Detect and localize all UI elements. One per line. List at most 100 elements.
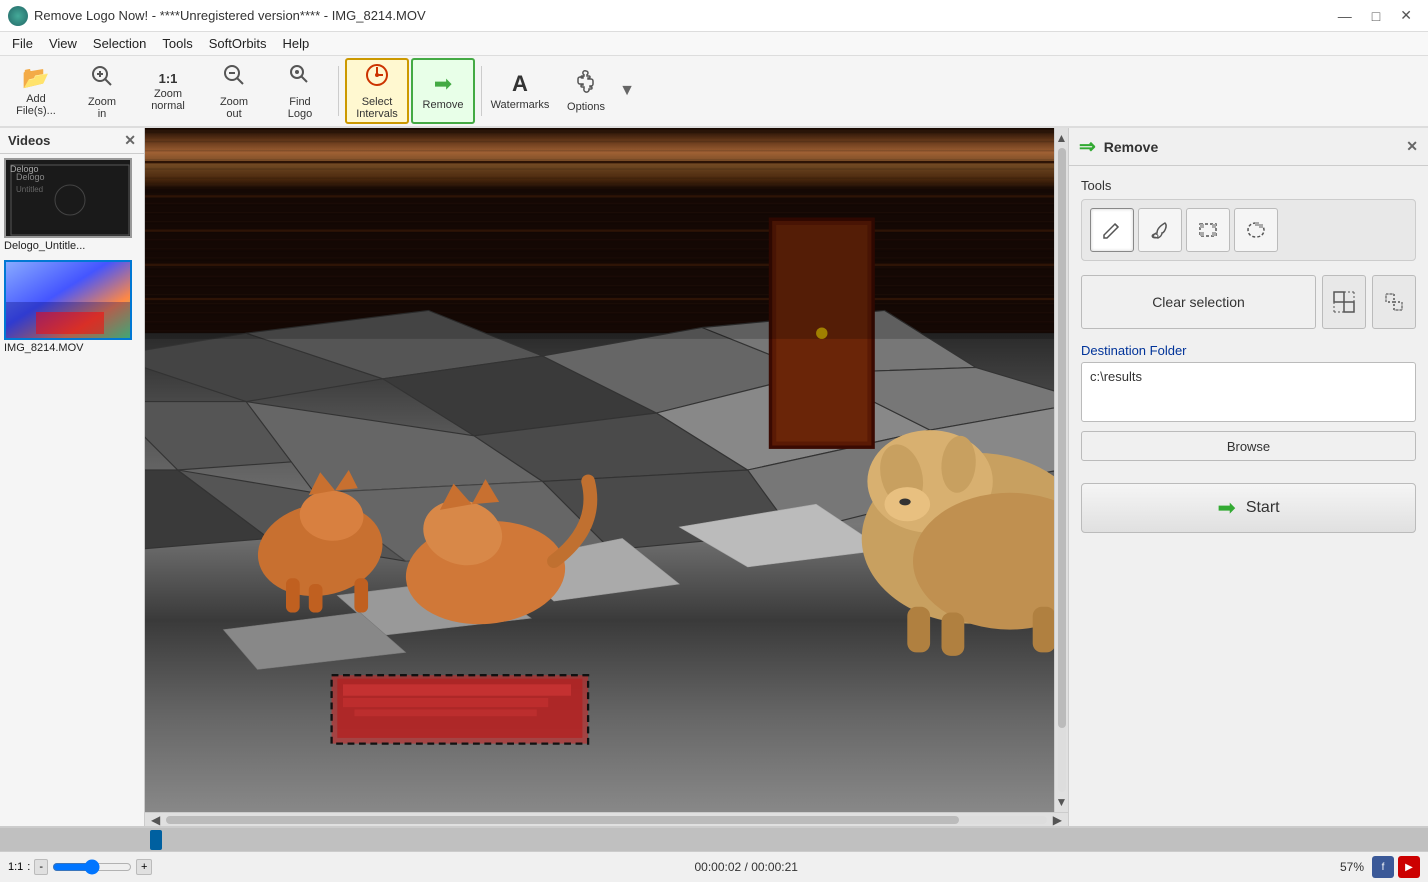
video-inner[interactable] [145,128,1054,812]
vscroll-up[interactable]: ▲ [1056,128,1068,148]
videos-panel-close[interactable]: ✕ [124,132,136,149]
video-vertical-scrollbar[interactable]: ▲ ▼ [1054,128,1068,812]
find-logo-button[interactable]: FindLogo [268,58,332,124]
zoom-out-icon [221,62,247,94]
remove-button[interactable]: ➡ Remove [411,58,475,124]
toolbox-panel: ⇒ Remove ✕ Tools [1068,128,1428,826]
video-thumbnail-2 [6,262,130,338]
watermarks-button[interactable]: A Watermarks [488,58,552,124]
start-label: Start [1246,499,1280,517]
rect-select-tool[interactable] [1186,208,1230,252]
window-title: Remove Logo Now! - ****Unregistered vers… [34,8,426,23]
zoom-in-button[interactable]: Zoomin [70,58,134,124]
video-thumb-2 [4,260,132,340]
zoom-slider[interactable] [52,859,132,875]
tools-label: Tools [1081,178,1416,193]
expand-selection-button[interactable] [1322,275,1366,329]
lasso-tool[interactable] [1234,208,1278,252]
start-button[interactable]: ➡ Start [1081,483,1416,533]
hscroll-right[interactable]: ▶ [1047,813,1068,827]
zoom-out-label: Zoomout [220,96,248,120]
clear-selection-button[interactable]: Clear selection [1081,275,1316,329]
menu-help[interactable]: Help [275,34,318,53]
videos-panel: Videos ✕ Delogo Untitled [0,128,145,826]
toolbox-body: Tools [1069,166,1428,545]
hscroll-thumb[interactable] [166,816,958,824]
zoom-minus-button[interactable]: - [34,859,48,875]
title-bar-controls[interactable]: — □ ✕ [1330,5,1420,26]
toolbar-scroll-down[interactable]: ▼ [620,82,634,100]
zoom-percent: 57% [1340,860,1364,874]
select-intervals-button[interactable]: SelectIntervals [345,58,409,124]
menu-softorbits[interactable]: SoftOrbits [201,34,275,53]
tools-row [1081,199,1416,261]
shrink-selection-button[interactable] [1372,275,1416,329]
watermarks-label: Watermarks [491,99,550,111]
video-item-2[interactable]: IMG_8214.MOV [4,260,140,354]
browse-button[interactable]: Browse [1081,431,1416,461]
add-files-button[interactable]: 📂 AddFile(s)... [4,58,68,124]
toolbox-close-button[interactable]: ✕ [1406,138,1418,155]
toolbar-sep-2 [481,66,482,116]
title-bar: Remove Logo Now! - ****Unregistered vers… [0,0,1428,32]
hscroll-left[interactable]: ◀ [145,813,166,827]
toolbar-sep-1 [338,66,339,116]
videos-panel-title: Videos [8,133,50,148]
zoom-normal-button[interactable]: 1:1 Zoomnormal [136,58,200,124]
status-bar: 1:1 : - + 00:00:02 / 00:00:21 57% f ▶ [0,851,1428,882]
options-label: Options [567,101,605,113]
zoom-normal-icon: 1:1 [159,71,178,86]
title-bar-left: Remove Logo Now! - ****Unregistered vers… [8,6,426,26]
youtube-icon[interactable]: ▶ [1398,856,1420,878]
options-button[interactable]: Options [554,58,618,124]
minimize-button[interactable]: — [1330,5,1360,26]
menu-tools[interactable]: Tools [154,34,200,53]
add-files-label: AddFile(s)... [16,93,56,117]
toolbox-header-left: ⇒ Remove [1079,134,1158,159]
hscroll-track[interactable] [166,816,1047,824]
svg-text:Untitled: Untitled [16,185,43,194]
add-files-icon: 📂 [22,65,49,91]
app-icon [8,6,28,26]
select-intervals-icon [364,62,390,94]
video-thumbnail-1: Delogo Untitled [6,160,130,236]
menu-view[interactable]: View [41,34,85,53]
menu-file[interactable]: File [4,34,41,53]
zoom-plus-button[interactable]: + [136,859,152,875]
toolbox-arrow-icon: ⇒ [1079,134,1096,159]
main-area: Videos ✕ Delogo Untitled [0,128,1428,826]
vscroll-thumb[interactable] [1058,148,1066,728]
video-item-1[interactable]: Delogo Untitled Delogo_Untitle... [4,158,140,252]
menu-selection[interactable]: Selection [85,34,154,53]
select-intervals-label: SelectIntervals [356,96,398,120]
maximize-button[interactable]: □ [1364,5,1388,26]
video-horizontal-scrollbar[interactable]: ◀ ▶ [145,812,1068,826]
svg-text:Delogo: Delogo [16,172,45,182]
destination-folder-input[interactable]: c:\results [1081,362,1416,422]
timeline-thumb[interactable] [150,830,162,850]
brush-tool[interactable] [1138,208,1182,252]
video-thumb-1: Delogo Untitled [4,158,132,238]
pencil-tool[interactable] [1090,208,1134,252]
destination-folder-section: Destination Folder c:\results Browse [1081,343,1416,461]
zoom-in-icon [89,63,115,94]
find-logo-icon [287,62,313,94]
video-canvas-wrapper: ▲ ▼ [145,128,1068,812]
remove-icon: ➡ [434,71,452,97]
time-display: 00:00:02 / 00:00:21 [695,860,798,874]
options-icon [574,69,598,99]
zoom-normal-label: Zoomnormal [151,88,185,112]
vscroll-down[interactable]: ▼ [1056,792,1068,812]
watermarks-icon: A [512,71,528,97]
video-frame [145,128,1054,812]
menu-bar: File View Selection Tools SoftOrbits Hel… [0,32,1428,56]
zoom-out-button[interactable]: Zoomout [202,58,266,124]
vscroll-track[interactable] [1058,148,1066,792]
bottom-area: 1:1 : - + 00:00:02 / 00:00:21 57% f ▶ [0,826,1428,882]
timeline-bar[interactable] [0,828,1428,851]
clear-selection-row: Clear selection [1081,275,1416,329]
clear-selection-label: Clear selection [1152,294,1245,310]
close-button[interactable]: ✕ [1392,5,1420,26]
start-arrow-icon: ➡ [1217,495,1235,521]
facebook-icon[interactable]: f [1372,856,1394,878]
